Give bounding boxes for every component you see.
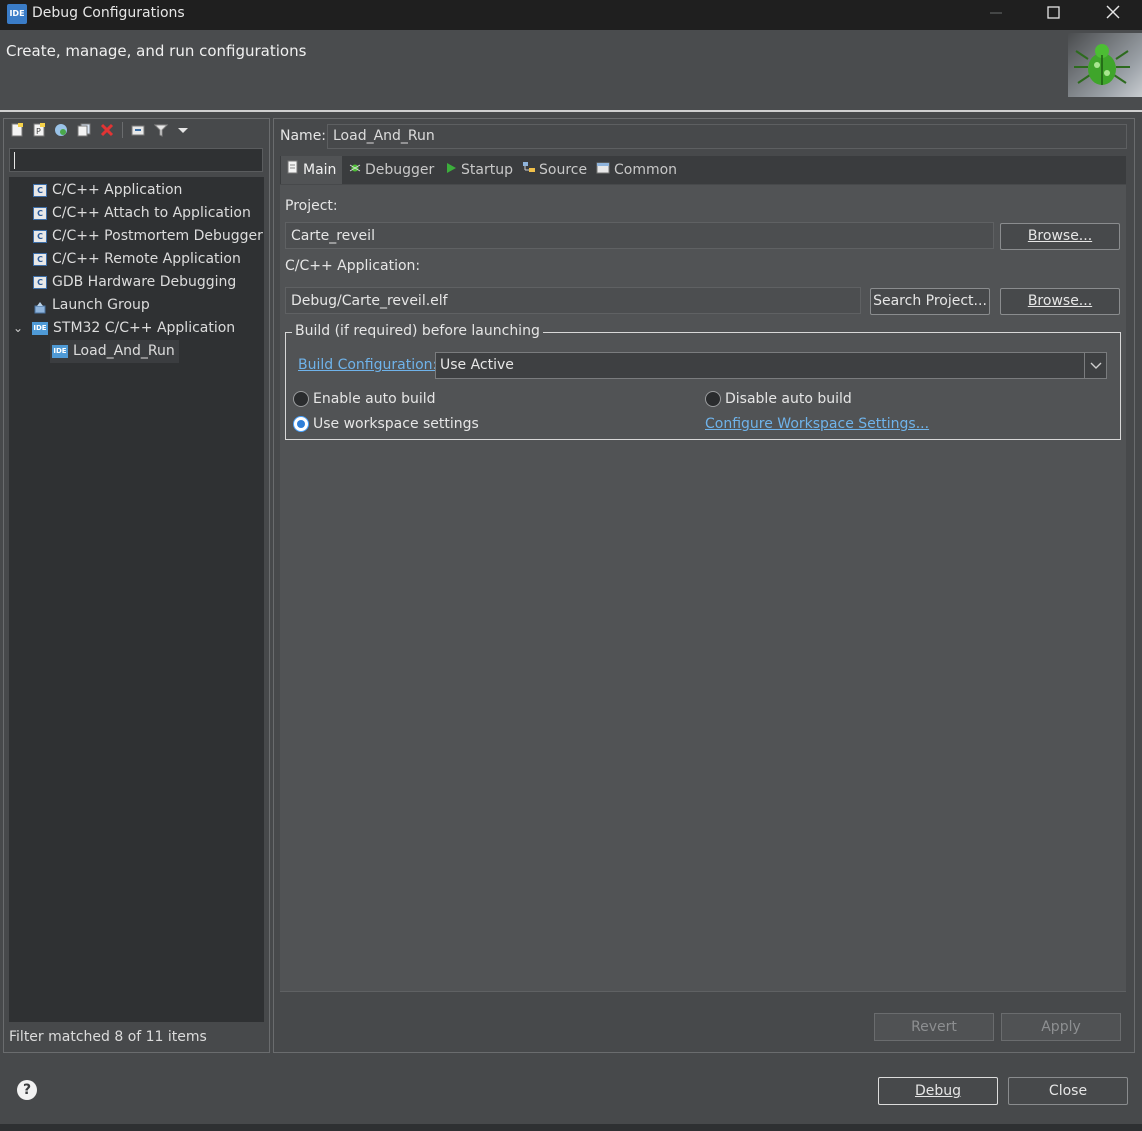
main-tab-icon [287, 156, 299, 184]
use-workspace-settings-radio[interactable] [293, 416, 309, 432]
configure-workspace-settings-link[interactable]: Configure Workspace Settings... [705, 416, 929, 432]
common-tab-icon [596, 156, 610, 184]
name-label: Name: [280, 128, 327, 144]
name-input[interactable]: Load_And_Run [327, 124, 1127, 149]
build-configuration-link[interactable]: Build Configuration: [298, 357, 437, 373]
collapse-all-icon[interactable] [131, 123, 145, 137]
chevron-down-icon[interactable]: ⌄ [13, 317, 27, 340]
debug-button[interactable]: Debug [878, 1077, 998, 1105]
tab-label: Main [303, 162, 337, 178]
tree-item-label: C/C++ Remote Application [52, 251, 241, 267]
launch-group-icon [33, 299, 47, 313]
minimize-icon [990, 12, 1002, 14]
c-icon: C [33, 229, 47, 243]
chevron-down-icon[interactable] [1084, 353, 1106, 378]
project-browse-button[interactable]: Browse... [1000, 223, 1120, 250]
filter-icon[interactable] [153, 123, 169, 137]
enable-auto-build-radio[interactable] [293, 391, 309, 407]
bottom-strip [0, 1124, 1142, 1131]
tree-item-label: C/C++ Application [52, 182, 183, 198]
toolbar-divider [122, 122, 123, 138]
tree-item-label: GDB Hardware Debugging [52, 274, 237, 290]
tab-main[interactable]: Main [281, 156, 342, 184]
button-label: Browse... [1027, 293, 1093, 309]
dropdown-arrow-icon[interactable] [176, 123, 190, 137]
app-icon: IDE [7, 4, 27, 24]
enable-auto-build-label[interactable]: Enable auto build [313, 391, 436, 407]
header-separator [0, 110, 1142, 112]
new-prototype-icon[interactable]: P [32, 123, 46, 137]
help-button[interactable]: ? [17, 1080, 37, 1100]
delete-icon[interactable] [100, 123, 114, 137]
tree-item-label: Launch Group [52, 297, 150, 313]
apply-button[interactable]: Apply [1001, 1013, 1121, 1041]
search-project-button[interactable]: Search Project... [870, 288, 990, 315]
filter-input[interactable] [9, 148, 263, 172]
tree-item-label: Load_And_Run [73, 343, 175, 359]
tree-item-label: C/C++ Attach to Application [52, 205, 251, 221]
minimize-button[interactable] [968, 0, 1024, 30]
window-title: Debug Configurations [32, 5, 185, 21]
build-group-label: Build (if required) before launching [292, 323, 543, 339]
duplicate-icon[interactable] [77, 123, 91, 137]
debugger-tab-icon [349, 156, 361, 184]
tree-item-stm32-application[interactable]: ⌄ IDE STM32 C/C++ Application [13, 317, 235, 340]
disable-auto-build-label[interactable]: Disable auto build [725, 391, 852, 407]
text-cursor [14, 152, 15, 169]
tree-item-gdb-hardware-debugging[interactable]: C GDB Hardware Debugging [33, 271, 236, 294]
tab-source[interactable]: Source [522, 156, 587, 184]
bug-icon [1074, 44, 1130, 85]
content-divider [280, 991, 1126, 992]
project-label: Project: [285, 198, 338, 214]
close-button[interactable]: Close [1008, 1077, 1128, 1105]
tab-startup[interactable]: Startup [445, 156, 513, 184]
ide-icon: IDE [32, 321, 48, 335]
header-image [1068, 33, 1142, 97]
tab-label: Common [614, 162, 678, 178]
tab-label: Source [539, 162, 588, 178]
maximize-icon [1047, 6, 1060, 19]
tree-item-c-cpp-application[interactable]: C C/C++ Application [33, 179, 182, 202]
project-field[interactable]: Carte_reveil [285, 222, 994, 249]
close-icon [1106, 5, 1120, 19]
tree-item-label: STM32 C/C++ Application [53, 320, 236, 336]
application-browse-button[interactable]: Browse... [1000, 288, 1120, 315]
tab-debugger[interactable]: Debugger [349, 156, 434, 184]
export-icon[interactable] [54, 123, 68, 137]
filter-status: Filter matched 8 of 11 items [9, 1029, 207, 1045]
tree-item-label: C/C++ Postmortem Debugger [52, 228, 263, 244]
tab-label: Startup [461, 162, 513, 178]
maximize-button[interactable] [1025, 0, 1081, 30]
tab-common[interactable]: Common [596, 156, 677, 184]
revert-button[interactable]: Revert [874, 1013, 994, 1041]
source-tab-icon [522, 156, 536, 184]
tree-item-attach-to-application[interactable]: C C/C++ Attach to Application [33, 202, 251, 225]
new-configuration-icon[interactable] [10, 123, 24, 137]
tree-item-postmortem-debugger[interactable]: C C/C++ Postmortem Debugger [33, 225, 263, 248]
ide-icon: IDE [52, 344, 68, 358]
disable-auto-build-radio[interactable] [705, 391, 721, 407]
application-field[interactable]: Debug/Carte_reveil.elf [285, 287, 861, 314]
close-window-button[interactable] [1085, 0, 1141, 30]
header-description: Create, manage, and run configurations [6, 42, 307, 60]
tab-label: Debugger [365, 162, 435, 178]
startup-tab-icon [445, 156, 457, 184]
c-icon: C [33, 206, 47, 220]
application-label: C/C++ Application: [285, 258, 421, 274]
c-icon: C [33, 252, 47, 266]
use-workspace-settings-label[interactable]: Use workspace settings [313, 416, 479, 432]
c-icon: C [33, 275, 47, 289]
c-icon: C [33, 183, 47, 197]
build-configuration-select[interactable]: Use Active [435, 352, 1107, 379]
button-label: Debug [914, 1083, 962, 1099]
tree-item-launch-group[interactable]: Launch Group [33, 294, 150, 317]
button-label: Browse... [1027, 228, 1093, 244]
tree-item-remote-application[interactable]: C C/C++ Remote Application [33, 248, 241, 271]
svg-text:P: P [36, 127, 41, 136]
tree-item-load-and-run[interactable]: IDE Load_And_Run [50, 340, 179, 363]
